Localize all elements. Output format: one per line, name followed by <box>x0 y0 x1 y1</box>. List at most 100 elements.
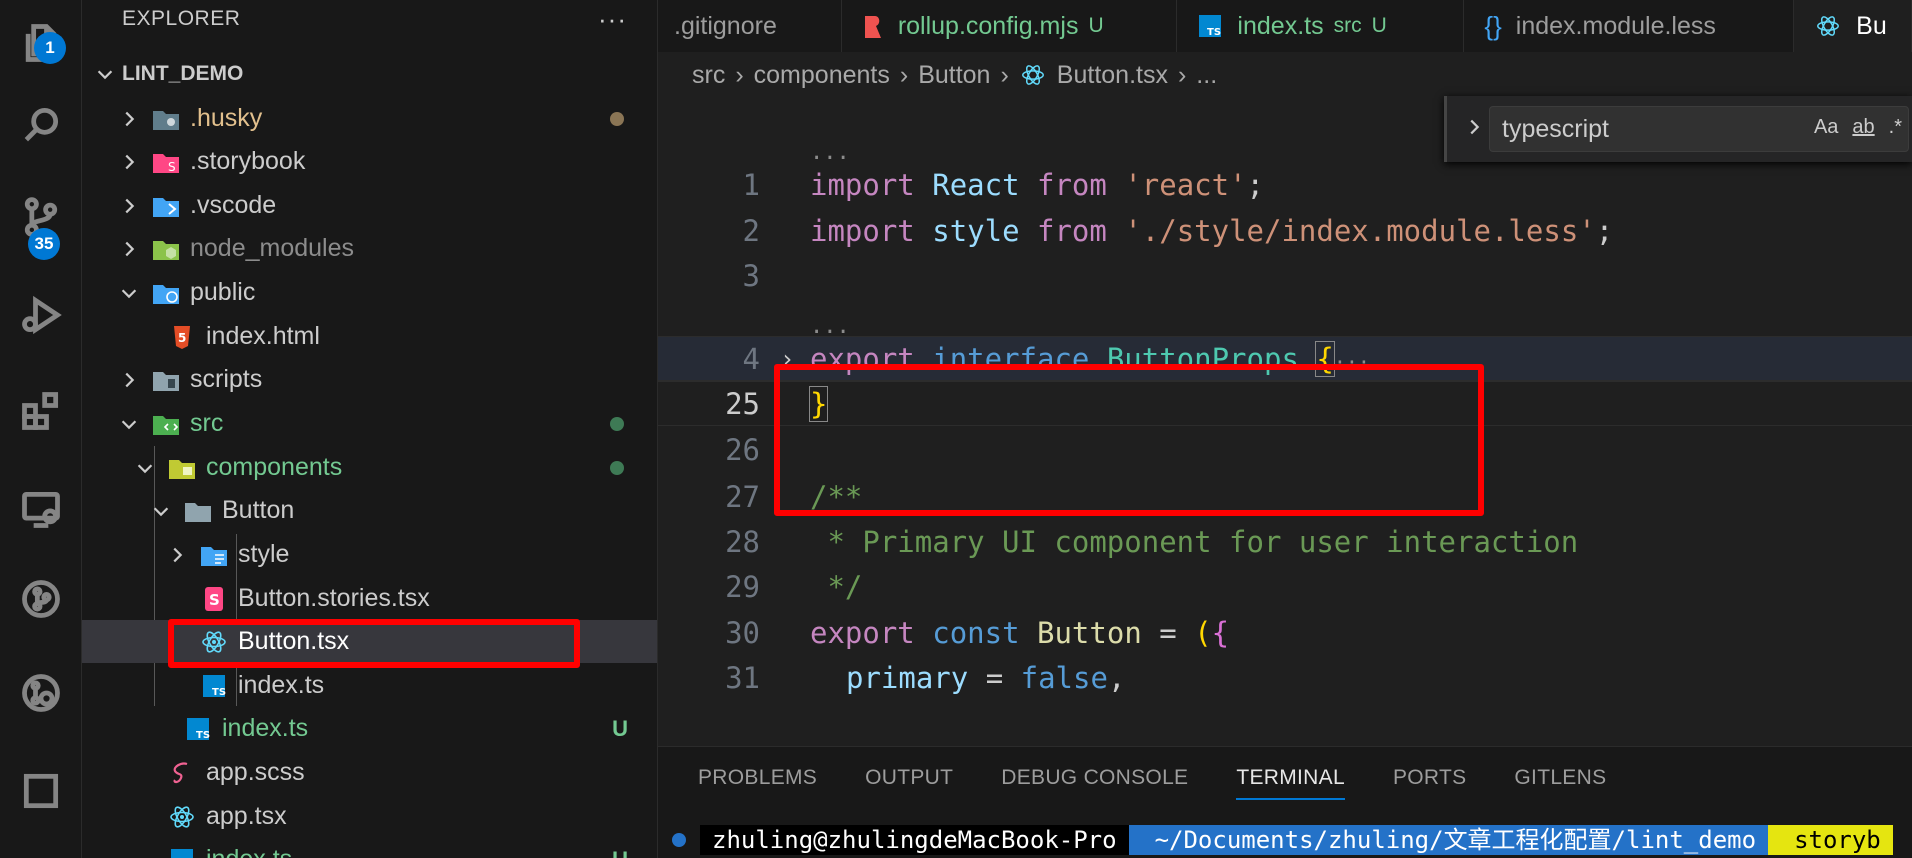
line-number: 29 <box>725 569 760 604</box>
find-widget: typescript Aa ab .* <box>1444 96 1912 162</box>
html-file-icon: 5 <box>166 322 198 352</box>
gitlens-icon[interactable] <box>0 650 82 736</box>
code-line: 28 * Primary UI component for user inter… <box>658 519 1912 564</box>
braces-icon: {} <box>1484 10 1502 41</box>
git-graph-icon[interactable] <box>0 556 82 642</box>
breadcrumb-item[interactable]: src <box>692 61 725 90</box>
explorer-sidebar: EXPLORER ··· LINT_DEMO .husky S .storybo… <box>82 0 658 858</box>
tab-button-tsx[interactable]: Bu <box>1794 0 1912 52</box>
explorer-icon[interactable]: 1 <box>0 0 82 86</box>
tab-index-ts[interactable]: TS index.ts src U <box>1177 0 1465 52</box>
tree-item-src-index-ts[interactable]: index.ts U <box>82 838 657 858</box>
rollup-file-icon <box>862 13 884 39</box>
regex-toggle[interactable]: .* <box>1889 116 1902 139</box>
tree-item-app-scss[interactable]: app.scss <box>82 751 657 794</box>
explorer-header: EXPLORER ··· <box>82 0 657 38</box>
tree-item-label: node_modules <box>190 234 355 262</box>
line-number: 26 <box>725 432 760 467</box>
line-number: 1 <box>742 167 760 202</box>
panel-tab-terminal[interactable]: TERMINAL <box>1236 766 1345 800</box>
tree-item-src[interactable]: src <box>82 402 657 445</box>
storybook-folder-icon: S <box>150 147 182 177</box>
tree-item-husky[interactable]: .husky <box>82 97 657 140</box>
untracked-status: U <box>612 847 628 858</box>
source-control-icon[interactable]: 35 <box>0 174 82 260</box>
tree-item-vscode[interactable]: .vscode <box>82 184 657 227</box>
tree-item-label: app.tsx <box>206 802 287 830</box>
breadcrumb-item[interactable]: components <box>754 61 890 90</box>
code-line: 2 import style from './style/index.modul… <box>658 208 1912 253</box>
tree-item-components[interactable]: components <box>82 446 657 489</box>
match-case-toggle[interactable]: Aa <box>1814 116 1838 139</box>
breadcrumb-item[interactable]: Button <box>918 61 990 90</box>
svg-text:S: S <box>209 591 220 609</box>
prompt-user: zhuling@zhulingdeMacBook-Pro <box>700 825 1129 855</box>
chevron-down-icon <box>134 457 156 479</box>
tab-rollup-config[interactable]: rollup.config.mjs U <box>842 0 1178 52</box>
search-icon[interactable] <box>0 82 82 168</box>
tree-item-button-stories[interactable]: S Button.stories.tsx <box>82 577 657 620</box>
tree-item-scripts[interactable]: scripts <box>82 358 657 401</box>
modified-dot <box>610 111 624 126</box>
line-number: 28 <box>725 524 760 559</box>
breadcrumb-item[interactable]: Button.tsx <box>1057 61 1168 90</box>
tree-item-button-folder[interactable]: Button <box>82 489 657 532</box>
svg-text:TS: TS <box>212 687 226 698</box>
chevron-down-icon <box>150 500 172 522</box>
run-debug-icon[interactable] <box>0 272 82 358</box>
chevron-right-icon <box>118 151 140 173</box>
tab-index-module-less[interactable]: {} index.module.less <box>1464 0 1795 52</box>
match-whole-word-toggle[interactable]: ab <box>1852 116 1874 139</box>
panel-tab-output[interactable]: OUTPUT <box>865 766 953 790</box>
chevron-right-icon <box>118 195 140 217</box>
line-number: 31 <box>725 660 760 695</box>
scm-badge: 35 <box>28 228 60 260</box>
panel-tab-ports[interactable]: PORTS <box>1393 766 1466 790</box>
tree-item-button-index-ts[interactable]: TS index.ts <box>82 664 657 707</box>
tree-item-node-modules[interactable]: node_modules <box>82 227 657 270</box>
explorer-badge: 1 <box>34 32 66 64</box>
chevron-down-icon <box>94 63 116 85</box>
toggle-replace-icon[interactable] <box>1463 116 1485 143</box>
svg-text:TS: TS <box>196 730 210 741</box>
extensions-icon[interactable] <box>0 368 82 454</box>
node-folder-icon <box>150 234 182 264</box>
react-file-icon <box>1814 13 1842 39</box>
tree-item-label: Button <box>222 496 295 524</box>
typescript-file-icon <box>166 845 198 858</box>
terminal-prompt[interactable]: zhuling@zhulingdeMacBook-Pro ~/Documents… <box>672 823 1893 857</box>
chevron-right-icon: › <box>735 60 744 89</box>
tree-item-style-folder[interactable]: style <box>82 533 657 576</box>
remote-explorer-icon[interactable] <box>0 466 82 552</box>
panel-square-icon[interactable] <box>0 748 82 834</box>
panel-tab-problems[interactable]: PROBLEMS <box>698 766 817 790</box>
tree-item-index-html[interactable]: 5 index.html <box>82 315 657 358</box>
terminal-status-dot <box>672 833 686 847</box>
react-file-icon <box>1019 62 1047 88</box>
tree-item-label: src <box>190 409 224 437</box>
components-folder-icon <box>166 453 198 483</box>
tree-item-storybook[interactable]: S .storybook <box>82 140 657 183</box>
style-folder-icon <box>198 540 230 570</box>
more-actions-icon[interactable]: ··· <box>598 4 627 35</box>
tree-item-label: .husky <box>190 104 263 132</box>
tab-gitignore[interactable]: .gitignore <box>658 0 842 52</box>
tree-item-label: index.ts <box>238 671 325 699</box>
untracked-status: U <box>612 715 628 741</box>
untracked-dot <box>610 416 624 431</box>
tree-item-label: style <box>238 540 290 568</box>
annotation-box-file <box>168 619 580 668</box>
tree-item-components-index-ts[interactable]: TS index.ts U <box>82 707 657 750</box>
tree-item-app-tsx[interactable]: app.tsx <box>82 795 657 838</box>
tab-status: U <box>1088 14 1104 37</box>
svg-text:S: S <box>168 160 176 174</box>
scripts-folder-icon <box>150 365 182 395</box>
workspace-root[interactable]: LINT_DEMO <box>82 54 657 94</box>
src-folder-icon <box>150 409 182 439</box>
breadcrumb-item[interactable]: ... <box>1196 61 1217 90</box>
tree-item-label: components <box>206 453 343 481</box>
tree-item-public[interactable]: public <box>82 271 657 314</box>
panel-tab-debug-console[interactable]: DEBUG CONSOLE <box>1001 766 1188 790</box>
explorer-title: EXPLORER <box>122 7 241 30</box>
panel-tab-gitlens[interactable]: GITLENS <box>1514 766 1606 790</box>
